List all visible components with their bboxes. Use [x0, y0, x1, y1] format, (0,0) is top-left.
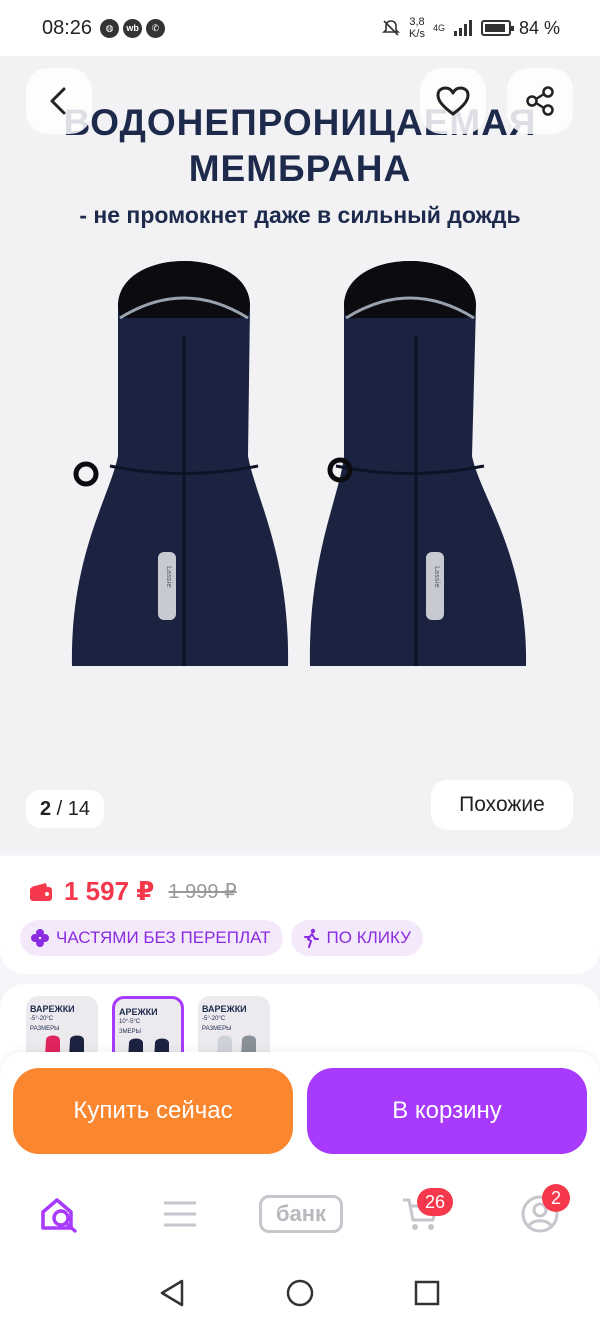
share-icon [526, 86, 554, 116]
thumb-title: ВАРЕЖКИ [30, 1004, 75, 1014]
system-recents-icon[interactable] [413, 1278, 441, 1308]
purchase-actions: Купить сейчас В корзину [0, 1052, 600, 1170]
thumb-sizes: ЗМЕРЫ [119, 1029, 141, 1035]
battery-icon [480, 20, 514, 36]
thumb-title: АРЕЖКИ [119, 1007, 158, 1017]
product-image-mittens: Lassie Lassie [71, 261, 527, 666]
thumb-sizes: РАЗМЕРЫ [30, 1026, 60, 1032]
chip-installments-label: ЧАСТЯМИ БЕЗ ПЕРЕПЛАТ [56, 928, 271, 947]
image-counter-sep: / [51, 797, 68, 820]
chip-one-click-label: ПО КЛИКУ [326, 928, 411, 947]
price-current: 1 597 ₽ [64, 876, 155, 906]
whatsapp-icon: ✆ [146, 18, 166, 38]
app-notification-icon: ◍ [100, 18, 120, 38]
status-right: 3,8 K/s 4G 84 % [381, 16, 560, 40]
product-gallery[interactable]: ВОДОНЕПРОНИЦАЕМАЯ МЕМБРАНА - не промокне… [0, 56, 600, 852]
thumb-temp: -5°-20°C [30, 1016, 54, 1022]
clover-icon [31, 929, 49, 947]
brand-tag-left: Lassie [165, 566, 173, 588]
thumb-title: ВАРЕЖКИ [202, 1004, 247, 1014]
chevron-left-icon [50, 87, 66, 115]
nav-catalog[interactable] [158, 1192, 202, 1236]
thumb-sizes: РАЗМЕРЫ [202, 1026, 232, 1032]
profile-notification-badge: 2 [542, 1184, 570, 1212]
nav-home-search[interactable] [38, 1192, 82, 1236]
signal-icon [453, 20, 472, 36]
price-card: 1 597 ₽ 1 999 ₽ ЧАСТЯМИ БЕЗ ПЕРЕПЛАТ ПО … [0, 856, 600, 974]
right-mitten: Lassie [309, 261, 527, 666]
notification-icons: ◍ wb ✆ [100, 18, 166, 38]
status-bar: 08:26 ◍ wb ✆ 3,8 K/s 4G 84 % [0, 0, 600, 56]
running-person-icon [303, 928, 319, 948]
similar-button[interactable]: Похожие [431, 780, 573, 830]
bank-label: банк [259, 1195, 343, 1233]
price-old: 1 999 ₽ [168, 881, 237, 903]
image-counter: 2 / 14 [26, 790, 105, 828]
system-navigation-bar [0, 1260, 600, 1326]
menu-icon [164, 1201, 196, 1227]
heart-icon [436, 86, 470, 116]
cart-count-badge: 26 [417, 1188, 454, 1216]
bottom-navigation: банк 26 2 [0, 1170, 600, 1260]
product-page: 08:26 ◍ wb ✆ 3,8 K/s 4G 84 % ВОДОНЕПРОНИЦ… [0, 0, 600, 1326]
system-back-icon[interactable] [158, 1278, 186, 1308]
brand-tag-right: Lassie [433, 566, 441, 588]
price-row: 1 597 ₽ 1 999 ₽ [28, 876, 237, 907]
thumb-temp: -5°-20°C [202, 1016, 226, 1022]
status-time: 08:26 [42, 16, 93, 39]
nav-bank[interactable]: банк [258, 1192, 344, 1236]
add-to-cart-button[interactable]: В корзину [307, 1068, 587, 1154]
wb-notification-icon: wb [123, 18, 143, 38]
image-counter-total: 14 [67, 797, 91, 820]
network-speed: 3,8 K/s [409, 16, 425, 40]
thumb-temp: 10°-5°C [119, 1019, 141, 1025]
wallet-icon [30, 882, 52, 901]
home-search-icon [41, 1198, 77, 1233]
buy-now-button[interactable]: Купить сейчас [13, 1068, 293, 1154]
back-button[interactable] [26, 68, 92, 134]
favorite-button[interactable] [420, 68, 486, 134]
share-button[interactable] [507, 68, 573, 134]
chip-installments[interactable]: ЧАСТЯМИ БЕЗ ПЕРЕПЛАТ [20, 920, 283, 956]
chip-one-click[interactable]: ПО КЛИКУ [290, 920, 423, 956]
image-subline: - не промокнет даже в сильный дождь [79, 202, 521, 228]
network-type: 4G [432, 23, 445, 33]
promo-chips: ЧАСТЯМИ БЕЗ ПЕРЕПЛАТ ПО КЛИКУ [20, 920, 423, 956]
image-counter-current: 2 [40, 797, 52, 820]
headline-line-2: МЕМБРАНА [188, 148, 412, 189]
battery-percent: 84 % [518, 17, 560, 38]
system-home-icon[interactable] [285, 1278, 315, 1308]
mute-bell-icon [382, 20, 400, 36]
left-mitten: Lassie [71, 261, 289, 666]
